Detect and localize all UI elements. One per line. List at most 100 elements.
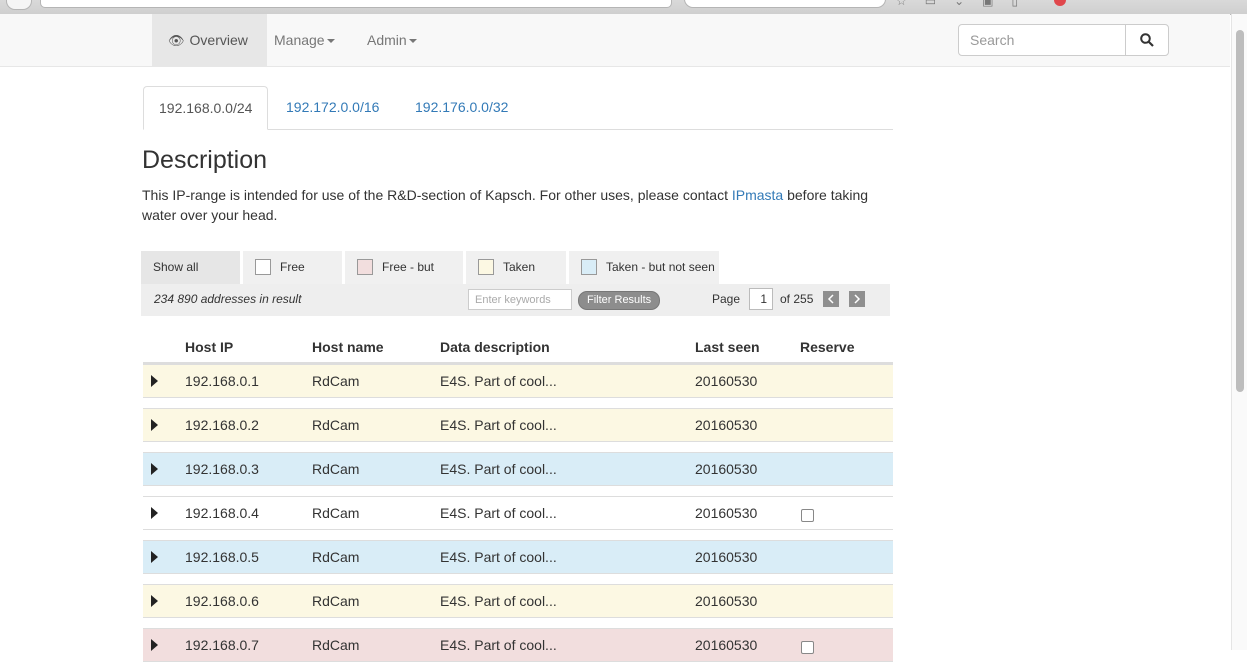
ipmasta-link[interactable]: IPmasta: [732, 187, 783, 203]
expand-triangle-icon[interactable]: [151, 551, 158, 563]
legend-free[interactable]: Free: [243, 251, 342, 284]
cell-host-name: RdCam: [312, 637, 360, 653]
eye-icon: 👁: [168, 33, 185, 48]
header-data-description[interactable]: Data description: [440, 339, 550, 355]
legend-show-all[interactable]: Show all: [141, 251, 240, 284]
prev-page-button[interactable]: [823, 291, 839, 307]
expand-triangle-icon[interactable]: [151, 507, 158, 519]
result-count: 234 890 addresses in result: [154, 292, 302, 306]
legend-taken-not-seen-label: Taken - but not seen: [606, 260, 715, 274]
caret-down-icon: [326, 39, 335, 44]
cell-last-seen: 20160530: [695, 637, 758, 653]
ip-table: Host IP Host name Data description Last …: [143, 334, 893, 662]
scrollbar[interactable]: [1231, 14, 1247, 650]
table-row[interactable]: 192.168.0.5 RdCam E4S. Part of cool... 2016…: [143, 540, 893, 574]
header-host-name[interactable]: Host name: [312, 339, 384, 355]
next-page-button[interactable]: [849, 291, 865, 307]
cell-data-description: E4S. Part of cool...: [440, 505, 557, 521]
cell-host-name: RdCam: [312, 593, 360, 609]
search-button[interactable]: [1125, 24, 1169, 56]
filter-bar: 234 890 addresses in result Filter Resul…: [141, 284, 890, 316]
header-host-ip[interactable]: Host IP: [185, 339, 233, 355]
cell-host-name: RdCam: [312, 461, 360, 477]
tab-range-1[interactable]: 192.168.0.0/24: [143, 86, 269, 130]
legend-free-seen[interactable]: Free - but seen: [345, 251, 463, 307]
expand-triangle-icon[interactable]: [151, 639, 158, 651]
header-reserve[interactable]: Reserve: [800, 339, 855, 355]
cell-last-seen: 20160530: [695, 461, 758, 477]
nav-manage-dropdown[interactable]: Manage: [258, 14, 351, 66]
taken-swatch: [478, 258, 494, 275]
legend-free-label: Free: [280, 260, 305, 274]
navbar: 👁 Overview Manage Admin: [0, 14, 1230, 67]
legend-taken-label: Taken: [503, 260, 536, 274]
back-button[interactable]: [6, 0, 32, 10]
nav-manage-label: Manage: [274, 32, 325, 48]
cell-data-description: E4S. Part of cool...: [440, 593, 557, 609]
cell-host-name: RdCam: [312, 417, 360, 433]
table-body: 192.168.0.1 RdCam E4S. Part of cool... 2016…: [143, 364, 893, 662]
cell-host-ip: 192.168.0.7: [185, 637, 259, 653]
filter-results-button[interactable]: Filter Results: [578, 291, 661, 310]
expand-triangle-icon[interactable]: [151, 595, 158, 607]
cell-data-description: E4S. Part of cool...: [440, 549, 557, 565]
cell-host-ip: 192.168.0.3: [185, 461, 259, 477]
expand-triangle-icon[interactable]: [151, 463, 158, 475]
nav-overview[interactable]: 👁 Overview: [152, 14, 267, 66]
page-label: Page: [712, 292, 741, 306]
table-row[interactable]: 192.168.0.2 RdCam E4S. Part of cool... 2016…: [143, 408, 893, 442]
cell-host-ip: 192.168.0.2: [185, 417, 259, 433]
search-input[interactable]: [958, 24, 1126, 56]
cell-last-seen: 20160530: [695, 373, 758, 389]
expand-triangle-icon[interactable]: [151, 375, 158, 387]
cell-host-ip: 192.168.0.5: [185, 549, 259, 565]
caret-down-icon: [408, 39, 417, 44]
ip-range-tabs: 192.168.0.0/24 192.172.0.0/16 192.176.0.…: [143, 86, 893, 130]
cell-host-ip: 192.168.0.4: [185, 505, 259, 521]
cell-data-description: E4S. Part of cool...: [440, 461, 557, 477]
record-icon: [1054, 0, 1066, 6]
legend-taken-not-seen[interactable]: Taken - but not seen: [569, 251, 719, 284]
table-row[interactable]: 192.168.0.7 RdCam E4S. Part of cool... 2016…: [143, 628, 893, 662]
cell-data-description: E4S. Part of cool...: [440, 417, 557, 433]
free-swatch: [255, 258, 271, 275]
description-text: This IP-range is intended for use of the…: [142, 185, 902, 225]
cell-data-description: E4S. Part of cool...: [440, 373, 557, 389]
description-text-before: This IP-range is intended for use of the…: [142, 187, 732, 203]
table-header: Host IP Host name Data description Last …: [143, 334, 893, 364]
cell-host-name: RdCam: [312, 373, 360, 389]
taken-not-seen-swatch: [581, 258, 597, 275]
table-row[interactable]: 192.168.0.6 RdCam E4S. Part of cool... 2016…: [143, 584, 893, 618]
status-legend: Show all Free Free - but seen Taken Take…: [141, 251, 891, 307]
chevron-left-icon: [827, 294, 834, 304]
free-seen-swatch: [357, 258, 373, 275]
page-total: of 255: [780, 292, 814, 306]
table-row[interactable]: 192.168.0.1 RdCam E4S. Part of cool... 2016…: [143, 364, 893, 398]
search-icon: [1140, 33, 1154, 47]
table-row[interactable]: 192.168.0.3 RdCam E4S. Part of cool... 2016…: [143, 452, 893, 486]
cell-host-ip: 192.168.0.1: [185, 373, 259, 389]
tab-range-2[interactable]: 192.172.0.0/16: [271, 86, 394, 128]
nav-admin-label: Admin: [367, 32, 407, 48]
cell-last-seen: 20160530: [695, 549, 758, 565]
toolbar-icons: ☆▭⌄▣▯: [896, 0, 1037, 8]
expand-triangle-icon[interactable]: [151, 419, 158, 431]
reserve-checkbox[interactable]: [801, 509, 814, 522]
description-title: Description: [142, 146, 268, 174]
cell-host-name: RdCam: [312, 505, 360, 521]
table-row[interactable]: 192.168.0.4 RdCam E4S. Part of cool... 2016…: [143, 496, 893, 530]
browser-search-bar[interactable]: [684, 0, 886, 8]
cell-last-seen: 20160530: [695, 417, 758, 433]
nav-admin-dropdown[interactable]: Admin: [351, 14, 433, 66]
reserve-checkbox[interactable]: [801, 641, 814, 654]
nav-overview-label: Overview: [189, 32, 248, 48]
legend-taken[interactable]: Taken: [466, 251, 566, 284]
header-last-seen[interactable]: Last seen: [695, 339, 760, 355]
page-number-input[interactable]: [749, 288, 773, 310]
cell-host-ip: 192.168.0.6: [185, 593, 259, 609]
scrollbar-thumb[interactable]: [1236, 30, 1244, 392]
cell-last-seen: 20160530: [695, 593, 758, 609]
address-bar[interactable]: [40, 0, 672, 8]
tab-range-3[interactable]: 192.176.0.0/32: [400, 86, 523, 128]
keyword-input[interactable]: [468, 289, 572, 310]
